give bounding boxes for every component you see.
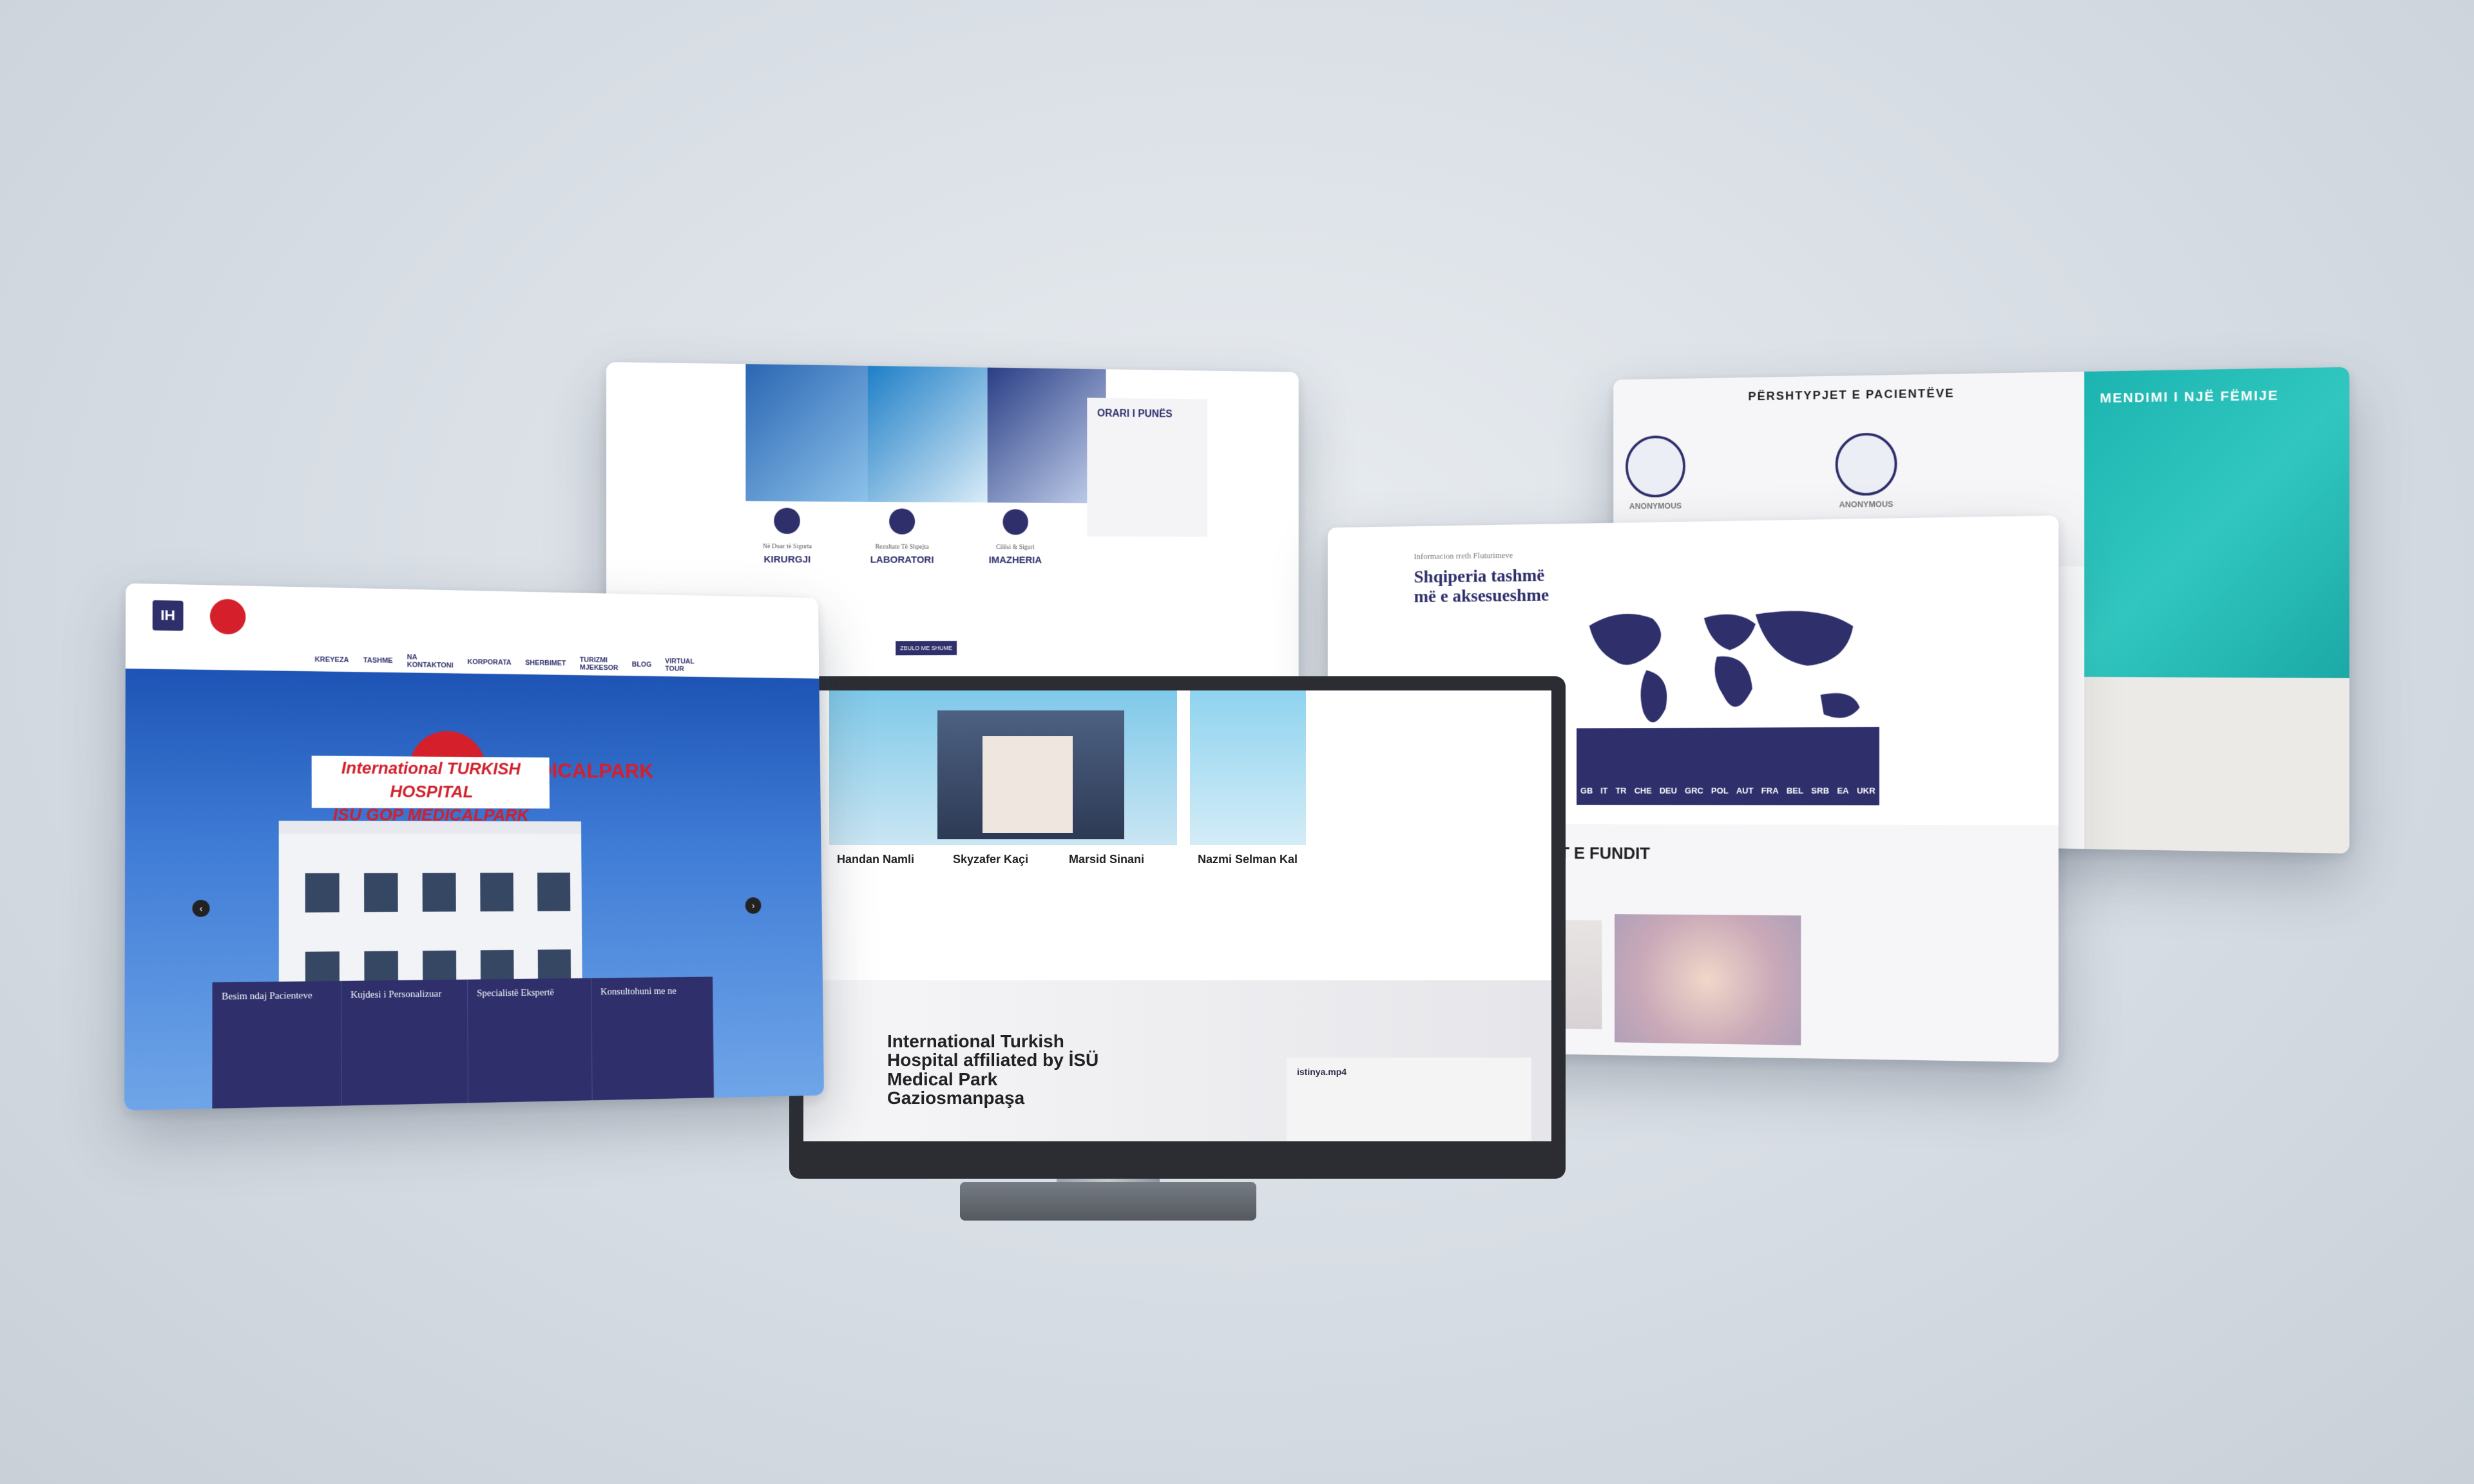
sign-line: International TURKISH HOSPITAL <box>341 757 521 802</box>
feature-card[interactable]: Kujdesi i Personalizuar <box>341 979 469 1106</box>
video-player[interactable]: istinya.mp4 <box>1287 1058 1531 1141</box>
location-map[interactable] <box>2084 676 2350 854</box>
country-code: BEL <box>1786 785 1804 796</box>
department-lab[interactable]: Rezultate Të Shpejta LABORATORI <box>854 508 949 569</box>
nav-item[interactable]: TASHME <box>363 656 393 665</box>
video-section: International Turkish Hospital affiliate… <box>803 980 1551 1141</box>
monitor-screen: Handan Namli Skyzafer Kaçi Marsid Sinani… <box>803 690 1551 1141</box>
avatar <box>1625 435 1685 498</box>
country-code: POL <box>1711 785 1729 796</box>
child-opinion-section: MENDIMI I NJË FËMIJE <box>2084 366 2350 678</box>
nav-item[interactable]: KORPORATA <box>467 658 511 667</box>
department-kicker: Cilësi & Siguri <box>995 544 1035 551</box>
testimonial-avatar: ANONYMOUS <box>1625 435 1685 511</box>
testimonial-name: ANONYMOUS <box>1629 500 1682 511</box>
scan-icon <box>1002 509 1028 535</box>
feature-card[interactable]: Specialistë Ekspertë <box>468 978 593 1103</box>
country-code: TR <box>1615 786 1627 795</box>
window <box>305 873 340 913</box>
lab-photo <box>867 365 988 503</box>
video-title: International Turkish Hospital affiliate… <box>887 1031 1099 1108</box>
department-surgery[interactable]: Në Duar të Sigurta KIRURGJI <box>739 508 835 569</box>
feature-card-title: Kujdesi i Personalizuar <box>350 989 442 1001</box>
testimonial-name: ANONYMOUS <box>1839 499 1894 509</box>
ith-logo[interactable]: IH <box>152 600 184 631</box>
monitor-stand-base <box>960 1182 1256 1221</box>
window <box>537 872 571 911</box>
flights-kicker: Informacion rreth Fluturimeve <box>1414 550 1513 562</box>
doctor-name[interactable]: Marsid Sinani <box>1061 845 1177 903</box>
nav-item[interactable]: KREYEZA <box>314 656 349 664</box>
child-opinion-title: MENDIMI I NJË FËMIJE <box>2100 388 2279 406</box>
department-kicker: Rezultate Të Shpejta <box>875 543 929 551</box>
department-imaging[interactable]: Cilësi & Siguri IMAZHERIA <box>968 509 1062 569</box>
flights-intro: Informacion rreth Fluturimeve Shqiperia … <box>1414 549 1564 613</box>
country-code: EA <box>1837 785 1849 796</box>
flights-heading: Shqiperia tashmë më e aksesueshme <box>1414 566 1549 607</box>
hospital-building-photo <box>937 710 1124 839</box>
testimonial-card: ANONYMOUS <box>1625 433 1836 511</box>
building-facade <box>983 736 1073 833</box>
doctor-name[interactable]: Skyzafer Kaçi <box>945 845 1061 903</box>
country-codes-band: GB IT TR CHE DEU GRC POL AUT FRA BEL SRB… <box>1577 727 1879 806</box>
window <box>364 873 398 913</box>
scalpel-icon <box>774 508 801 534</box>
country-code: SRB <box>1811 785 1830 796</box>
department-title: IMAZHERIA <box>988 555 1042 566</box>
video-filename: istinya.mp4 <box>1297 1067 1347 1077</box>
sign-line: ISU GOP MEDICALPARK <box>332 804 530 825</box>
test-tube-icon <box>889 508 916 535</box>
hero-slider: ISTINYE MEDICALPARK International TURKIS… <box>124 669 824 1110</box>
window <box>422 873 456 912</box>
surgery-photo <box>745 364 868 502</box>
testimonial-avatar: ANONYMOUS <box>1835 432 1897 509</box>
avatar <box>1835 432 1897 496</box>
country-code: AUT <box>1736 785 1754 796</box>
feature-card[interactable]: Besim ndaj Pacienteve <box>212 980 342 1108</box>
slider-next-arrow-icon[interactable]: › <box>745 897 762 914</box>
department-columns: Në Duar të Sigurta KIRURGJI Rezultate Të… <box>739 508 1062 569</box>
testimonial-card: ANONYMOUS <box>1835 430 2052 509</box>
department-title: KIRURGJI <box>763 554 811 566</box>
country-code: GRC <box>1685 785 1703 796</box>
doctor-name[interactable]: Nazmi Selman Kal <box>1190 845 1306 903</box>
feature-card-title: Specialistë Ekspertë <box>477 987 554 999</box>
nav-item[interactable]: VIRTUAL TOUR <box>665 658 695 673</box>
istinye-logo <box>209 598 246 634</box>
country-code: FRA <box>1761 785 1779 796</box>
world-map <box>1589 610 1860 723</box>
article-thumbnail[interactable] <box>1615 914 1801 1045</box>
feature-cards: Besim ndaj Pacienteve Kujdesi i Personal… <box>212 976 714 1108</box>
discover-more-button[interactable]: ZBULO ME SHUME <box>896 641 957 656</box>
hospital-homepage: IH KREYEZA TASHME NA KONTAKTONI KORPORAT… <box>124 583 824 1110</box>
department-title: LABORATORI <box>870 554 934 566</box>
doctor-name[interactable]: Handan Namli <box>829 845 945 903</box>
department-kicker: Në Duar të Sigurta <box>762 542 812 551</box>
nav-item[interactable]: BLOG <box>632 661 652 669</box>
hours-title: ORARI I PUNËS <box>1097 408 1173 420</box>
working-hours-box: ORARI I PUNËS <box>1087 397 1207 537</box>
country-code: CHE <box>1634 786 1652 795</box>
building-sign: International TURKISH HOSPITAL ISU GOP M… <box>311 756 550 824</box>
country-code: GB <box>1580 786 1593 795</box>
feature-card[interactable]: Konsultohuni me ne <box>591 976 714 1101</box>
slider-prev-arrow-icon[interactable]: ‹ <box>192 899 210 917</box>
country-code: IT <box>1600 786 1608 795</box>
feature-card-title: Besim ndaj Pacienteve <box>222 990 312 1002</box>
feature-card-title: Konsultohuni me ne <box>600 985 676 998</box>
department-photos <box>745 364 1106 504</box>
testimonials-title: PËRSHTYPJET E PACIENTËVE <box>1748 386 1955 404</box>
nav-item[interactable]: TURIZMI MJEKESOR <box>580 656 618 672</box>
nav-item[interactable]: SHERBIMET <box>525 659 566 667</box>
desktop-monitor: Handan Namli Skyzafer Kaçi Marsid Sinani… <box>789 676 1566 1179</box>
nav-item[interactable]: NA KONTAKTONI <box>407 653 454 669</box>
window <box>480 872 513 912</box>
country-code: UKR <box>1857 785 1875 796</box>
country-code: DEU <box>1659 786 1678 795</box>
